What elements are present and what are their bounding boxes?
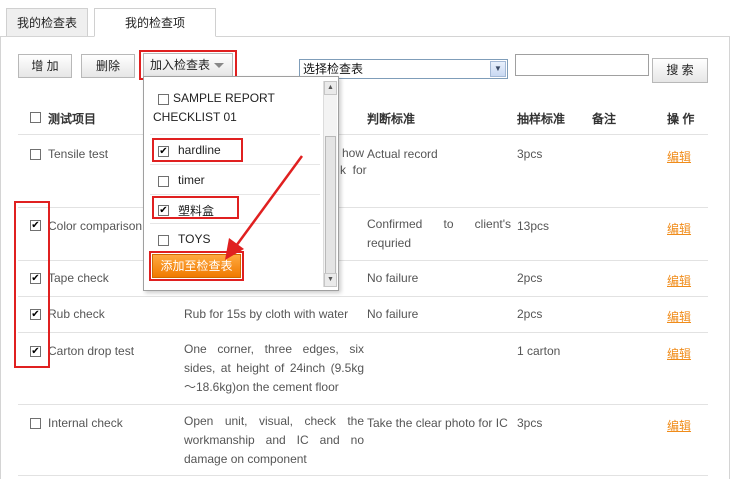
annotation-arrow (225, 155, 304, 260)
arrow-line (234, 155, 304, 247)
arrow-head-icon (225, 238, 244, 260)
